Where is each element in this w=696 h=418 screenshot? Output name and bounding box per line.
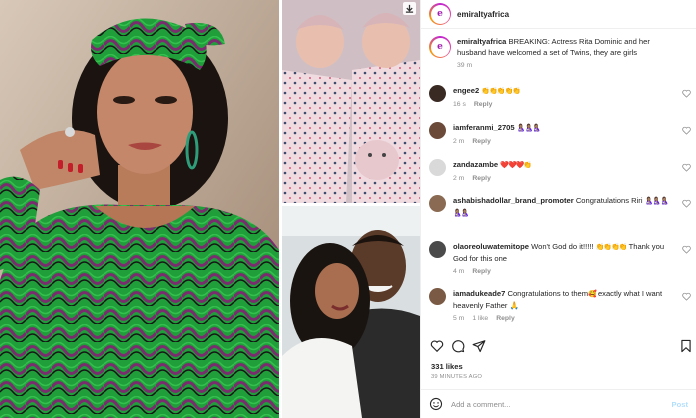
comment-emoji: 🥰 [588, 291, 597, 298]
side-panel: e emiraltyafrica e emiraltyafrica BREAKI… [420, 0, 696, 418]
avatar[interactable] [429, 195, 446, 212]
comment-text: Won't God do it!!!!! [531, 242, 594, 251]
comment-text: Congratulations to them [507, 289, 589, 298]
comment-item: iamferanmi_2705 🤱🏽🤱🏽🤱🏽 2 m Reply [429, 122, 691, 145]
heart-icon[interactable] [682, 126, 691, 135]
avatar[interactable] [429, 241, 446, 258]
heart-icon[interactable] [429, 339, 444, 354]
comment-likes[interactable]: 1 like [472, 315, 488, 322]
comment-time: 16 s [453, 101, 466, 108]
avatar[interactable] [429, 288, 446, 305]
emoji-icon[interactable] [429, 397, 443, 411]
comments-list[interactable]: e emiraltyafrica BREAKING: Actress Rita … [421, 30, 696, 333]
heart-icon[interactable] [682, 163, 691, 172]
download-icon[interactable] [403, 2, 416, 15]
comment-time: 2 m [453, 175, 465, 182]
comment-icon[interactable] [450, 339, 465, 354]
heart-icon[interactable] [682, 199, 691, 208]
comment-item: iamadukeade7 Congratulations to them🥰 ex… [429, 288, 691, 322]
caption-username[interactable]: emiraltyafrica [457, 37, 506, 46]
caption-avatar[interactable]: e [429, 36, 451, 58]
instagram-post: e emiraltyafrica e emiraltyafrica BREAKI… [0, 0, 696, 418]
comment-item: ashabishadollar_brand_promoter Congratul… [429, 195, 691, 219]
action-bar [429, 337, 693, 355]
photo-twin-babies [282, 0, 420, 203]
caption-text-block: emiraltyafrica BREAKING: Actress Rita Do… [457, 36, 677, 58]
comment-username[interactable]: olaoreoluwatemitope [453, 242, 529, 251]
brand-logo: e [430, 4, 450, 24]
comment-time: 5 m [453, 315, 465, 322]
photo-couple [282, 206, 420, 418]
comment-emoji: 🤱🏽🤱🏽🤱🏽 [516, 125, 541, 132]
avatar[interactable]: e [429, 3, 451, 25]
post-timestamp: 39 MINUTES AGO [431, 374, 483, 380]
share-icon[interactable] [471, 339, 486, 354]
comment-emoji: ❤️❤️❤️👏 [500, 162, 532, 169]
comment-input[interactable] [451, 399, 651, 409]
header-username[interactable]: emiraltyafrica [457, 10, 509, 19]
reply-button[interactable]: Reply [472, 175, 491, 182]
comment-time: 2 m [453, 138, 465, 145]
post-media[interactable] [0, 0, 420, 418]
post-caption: e emiraltyafrica BREAKING: Actress Rita … [429, 36, 689, 69]
photo-actress-portrait [0, 0, 279, 418]
post-button[interactable]: Post [672, 400, 688, 409]
comment-username[interactable]: iamferanmi_2705 [453, 123, 515, 132]
heart-icon[interactable] [682, 89, 691, 98]
heart-icon[interactable] [682, 245, 691, 254]
comment-username[interactable]: zandazambe [453, 160, 498, 169]
comment-item: engee2 👏👏👏👏👏 16 s Reply [429, 85, 691, 108]
comment-item: zandazambe ❤️❤️❤️👏 2 m Reply [429, 159, 691, 182]
add-comment-bar: Post [421, 389, 696, 418]
caption-time: 39 m [457, 62, 473, 69]
comment-text: Congratulations Riri [575, 196, 643, 205]
post-header: e emiraltyafrica [421, 0, 696, 29]
avatar[interactable] [429, 85, 446, 102]
avatar[interactable] [429, 159, 446, 176]
reply-button[interactable]: Reply [474, 101, 493, 108]
bookmark-icon[interactable] [678, 339, 693, 354]
heart-icon[interactable] [682, 292, 691, 301]
comment-emoji: 👏👏👏👏👏 [481, 88, 521, 95]
comment-time: 4 m [453, 268, 465, 275]
comment-username[interactable]: engee2 [453, 86, 479, 95]
comment-username[interactable]: ashabishadollar_brand_promoter [453, 196, 574, 205]
avatar[interactable] [429, 122, 446, 139]
comment-item: olaoreoluwatemitope Won't God do it!!!!!… [429, 241, 691, 275]
likes-count[interactable]: 331 likes [431, 362, 463, 371]
comment-username[interactable]: iamadukeade7 [453, 289, 505, 298]
brand-logo: e [430, 37, 450, 57]
reply-button[interactable]: Reply [472, 138, 491, 145]
reply-button[interactable]: Reply [472, 268, 491, 275]
reply-button[interactable]: Reply [496, 315, 515, 322]
comment-emoji: 👏👏👏👏 [595, 244, 628, 251]
